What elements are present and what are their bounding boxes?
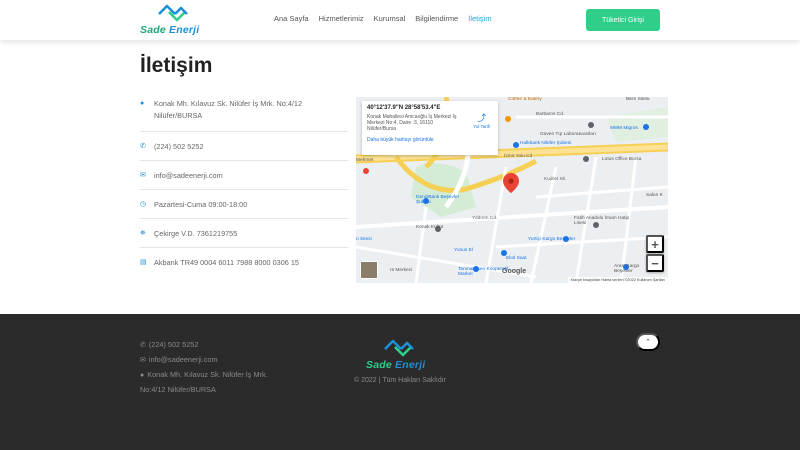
phone-icon: ✆: [140, 143, 146, 150]
site-footer: ✆ (224) 502 5252 ✉ info@sadeenerji.com ● Ko…: [0, 314, 800, 450]
contact-email-text[interactable]: info@sadeenerji.com: [154, 170, 223, 182]
footer-logo-text: Sade Enerji: [366, 359, 425, 371]
map-label: MMM Migros: [610, 126, 638, 131]
map-label: İzmir Yolu Cd: [504, 154, 533, 159]
map-label: Yurtiçi Kargo Beşevler: [528, 237, 576, 242]
map-info-card: 40°12'37.9"N 28°58'53.4"E Konak Mahalles…: [362, 101, 498, 155]
footer-phone: ✆ (224) 502 5252: [140, 338, 268, 353]
contact-hours-text: Pazartesi-Cuma 09:00-18:00: [154, 200, 248, 209]
map-footer-links[interactable]: Klavye kısayolları Harita verileri ©2022…: [567, 277, 668, 283]
map-label: DenizBank Beşevler Şubesi: [416, 195, 460, 205]
location-map[interactable]: Coffee & Eatery Bilim Sitesi Barbaros Cd…: [356, 97, 668, 283]
nav-item-bilgilendirme[interactable]: Bilgilendirme: [415, 14, 458, 23]
bank-icon: ⛯: [140, 230, 146, 237]
contact-email: ✉ info@sadeenerji.com: [140, 161, 348, 190]
map-directions-button[interactable]: ⤴ Yol Tarifi: [473, 111, 490, 129]
clock-icon: ◷: [140, 201, 147, 208]
site-header: Sade Enerji Ana Sayfa Hizmetlerimiz Kuru…: [0, 0, 800, 40]
map-label: Mehmet: [356, 158, 374, 163]
footer-logo[interactable]: Sade Enerji: [366, 338, 436, 372]
footer-logo-part1: Sade: [366, 359, 392, 371]
map-satellite-toggle[interactable]: [360, 261, 378, 279]
copyright-text: © 2022 | Tüm Hakları Saklıdır: [353, 377, 447, 384]
nav-item-kurumsal[interactable]: Kurumsal: [374, 14, 406, 23]
map-zoom-in-button[interactable]: +: [646, 235, 664, 253]
envelope-icon: ✉: [140, 357, 146, 364]
contact-tax: ⛯ Çekirge V.D. 7361219755: [140, 219, 348, 248]
map-label: Coffee & Eatery: [508, 97, 542, 102]
consumer-login-button[interactable]: Tüketici Girişi: [586, 9, 660, 31]
map-bigger-link[interactable]: Daha büyük haritayı görüntüle: [367, 137, 493, 143]
map-label: Salon K: [646, 193, 663, 198]
page-title: İletişim: [140, 54, 213, 77]
google-logo: Google: [502, 268, 527, 275]
footer-email: ✉ info@sadeenerji.com: [140, 353, 268, 368]
map-label: Konak Kültür: [416, 225, 444, 230]
logo-text: Sade Enerji: [140, 24, 199, 36]
nav-item-ana-sayfa[interactable]: Ana Sayfa: [274, 14, 309, 23]
map-label: Güven Tıp Laboratuvarları: [540, 132, 596, 137]
map-label: Fatih Anadolu İmam Hatip Lisesi: [574, 216, 630, 226]
phone-icon: ✆: [140, 342, 146, 349]
directions-icon: ⤴: [477, 113, 487, 123]
contact-tax-text: Çekirge V.D. 7361219755: [154, 229, 238, 238]
chevron-up-icon: ⌃: [645, 339, 651, 346]
contact-iban-text: Akbank TR49 0004 6011 7988 8000 0306 15: [154, 258, 299, 267]
footer-address-line2: No:4/12 Nilüfer/BURSA: [140, 385, 216, 394]
contact-phone-text[interactable]: (224) 502 5252: [154, 141, 204, 153]
logo-mark-icon: [158, 4, 188, 22]
map-label: Bilim Sitesi: [626, 97, 650, 102]
contact-address-text: Konak Mh. Kılavuz Sk. Nilüfer İş Mrk. No…: [154, 99, 303, 120]
envelope-icon: ✉: [140, 172, 146, 179]
footer-phone-text[interactable]: (224) 502 5252: [149, 340, 199, 349]
map-label: Ekol Saat: [506, 256, 527, 261]
credit-card-icon: ▤: [140, 259, 147, 266]
contact-hours: ◷ Pazartesi-Cuma 09:00-18:00: [140, 190, 348, 219]
map-zoom-out-button[interactable]: −: [646, 254, 664, 272]
footer-email-text[interactable]: info@sadeenerji.com: [149, 355, 218, 364]
scroll-to-top-button[interactable]: ⌃: [636, 333, 660, 351]
contact-address: ● Konak Mh. Kılavuz Sk. Nilüfer İş Mrk. …: [140, 96, 348, 132]
site-logo[interactable]: Sade Enerji: [140, 3, 210, 37]
contact-list: ● Konak Mh. Kılavuz Sk. Nilüfer İş Mrk. …: [140, 96, 348, 277]
map-label: Kudret Sk.: [544, 177, 567, 182]
main-nav: Ana Sayfa Hizmetlerimiz Kurumsal Bilgile…: [274, 14, 502, 23]
nav-item-hizmetlerimiz[interactable]: Hizmetlerimiz: [319, 14, 364, 23]
contact-iban: ▤ Akbank TR49 0004 6011 7988 8000 0306 1…: [140, 248, 348, 277]
logo-text-part2: Enerji: [165, 24, 200, 36]
nav-item-iletisim[interactable]: İletişim: [468, 14, 491, 23]
footer-contact: ✆ (224) 502 5252 ✉ info@sadeenerji.com ● Ko…: [140, 338, 268, 397]
map-label: rs Merkezi: [390, 268, 413, 273]
logo-text-part1: Sade: [140, 24, 166, 36]
map-label: Yıldırım Cd.: [472, 216, 498, 221]
map-marker-icon: ●: [140, 100, 145, 107]
map-label: Yunus El: [454, 248, 473, 253]
contact-phone: ✆ (224) 502 5252: [140, 132, 348, 161]
footer-logo-part2: Enerji: [391, 359, 426, 371]
map-label: Barbaros Cd.: [536, 112, 565, 117]
map-label: Lotus Office Bursa: [602, 157, 642, 162]
map-address: Konak Mahallesi Amcaoğlu İş Merkezi İş M…: [367, 114, 457, 132]
logo-mark-icon: [384, 339, 414, 357]
map-directions-label: Yol Tarifi: [473, 124, 490, 129]
footer-address-2: No:4/12 Nilüfer/BURSA: [140, 383, 268, 397]
map-label: n Sitesi: [356, 237, 372, 242]
map-label: Halkbank Nilüfer Şubesi: [520, 141, 572, 146]
